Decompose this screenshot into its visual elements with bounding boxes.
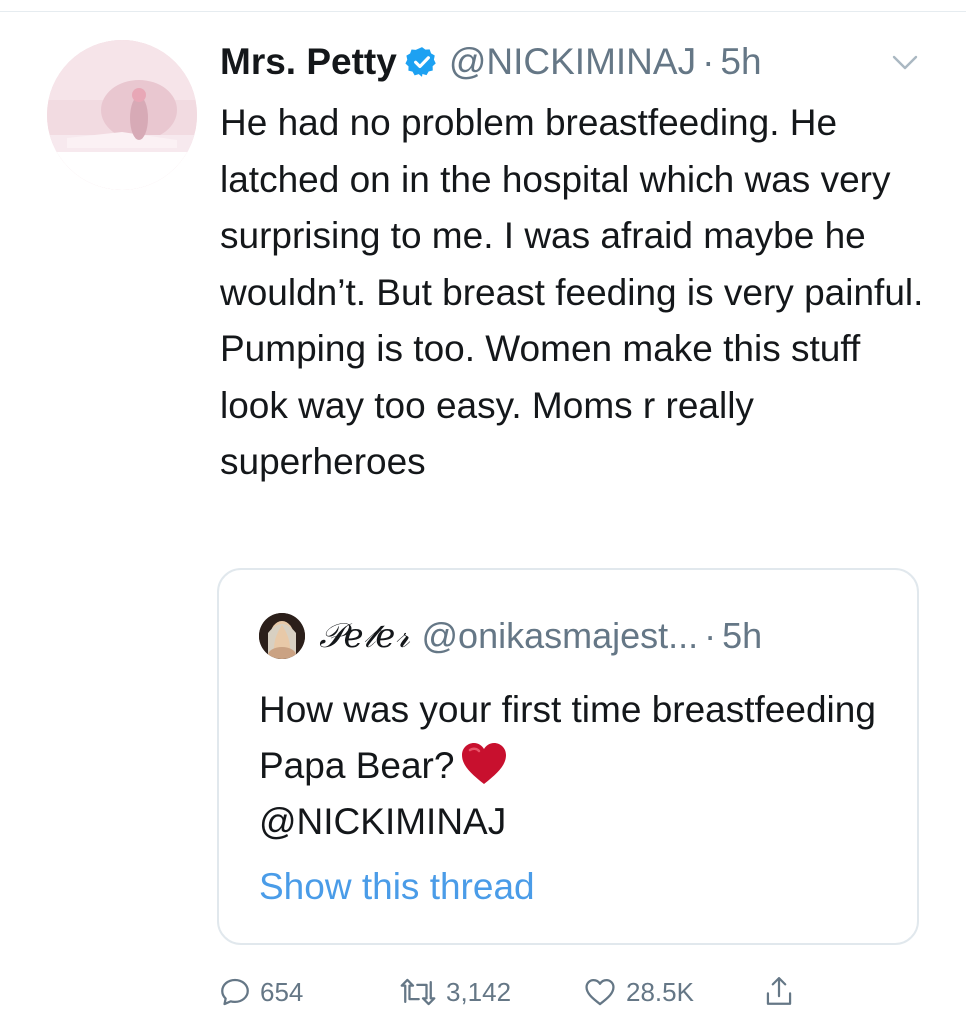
verified-badge-icon — [405, 45, 439, 79]
quoted-tweet-card[interactable]: 𝒫𝑒𝓉𝑒𝓇 @onikasmajest... · 5h How was your… — [217, 568, 919, 945]
retweet-icon — [400, 978, 436, 1006]
top-divider — [0, 11, 966, 12]
share-icon — [766, 977, 792, 1005]
tweet-text: He had no problem breastfeeding. He latc… — [220, 102, 924, 482]
quote-timestamp[interactable]: 5h — [722, 615, 762, 657]
quote-author-avatar[interactable] — [259, 613, 305, 659]
tweet-actions: 654 3,142 28.5K — [218, 968, 918, 1016]
quote-body: How was your first time breastfeeding Pa… — [259, 689, 876, 786]
reply-count: 654 — [260, 976, 304, 1007]
tweet-timestamp[interactable]: 5h — [720, 41, 761, 83]
retweet-button[interactable]: 3,142 — [398, 968, 511, 1016]
quote-mention[interactable]: @NICKIMINAJ — [259, 801, 506, 842]
tweet-header: Mrs. Petty @NICKIMINAJ · 5h — [220, 38, 762, 86]
red-heart-emoji-icon — [460, 742, 508, 786]
like-button[interactable]: 28.5K — [582, 968, 694, 1016]
share-button[interactable] — [762, 968, 796, 1016]
show-thread-link[interactable]: Show this thread — [259, 866, 535, 908]
separator-dot: · — [702, 41, 715, 82]
quote-separator-dot: · — [704, 615, 717, 656]
author-handle[interactable]: @NICKIMINAJ — [449, 41, 696, 83]
retweet-count: 3,142 — [446, 976, 512, 1007]
author-display-name[interactable]: Mrs. Petty — [220, 41, 397, 83]
reply-button[interactable]: 654 — [218, 968, 303, 1016]
quote-text: How was your first time breastfeeding Pa… — [259, 682, 889, 850]
reply-icon — [221, 978, 249, 1006]
author-avatar[interactable] — [47, 40, 197, 190]
like-heart-icon — [585, 978, 615, 1006]
quote-author-name[interactable]: 𝒫𝑒𝓉𝑒𝓇 — [319, 616, 410, 656]
like-count: 28.5K — [626, 976, 694, 1007]
quote-header: 𝒫𝑒𝓉𝑒𝓇 @onikasmajest... · 5h — [259, 612, 762, 660]
quote-author-handle[interactable]: @onikasmajest... — [422, 615, 699, 657]
chevron-down-icon[interactable] — [888, 50, 922, 74]
